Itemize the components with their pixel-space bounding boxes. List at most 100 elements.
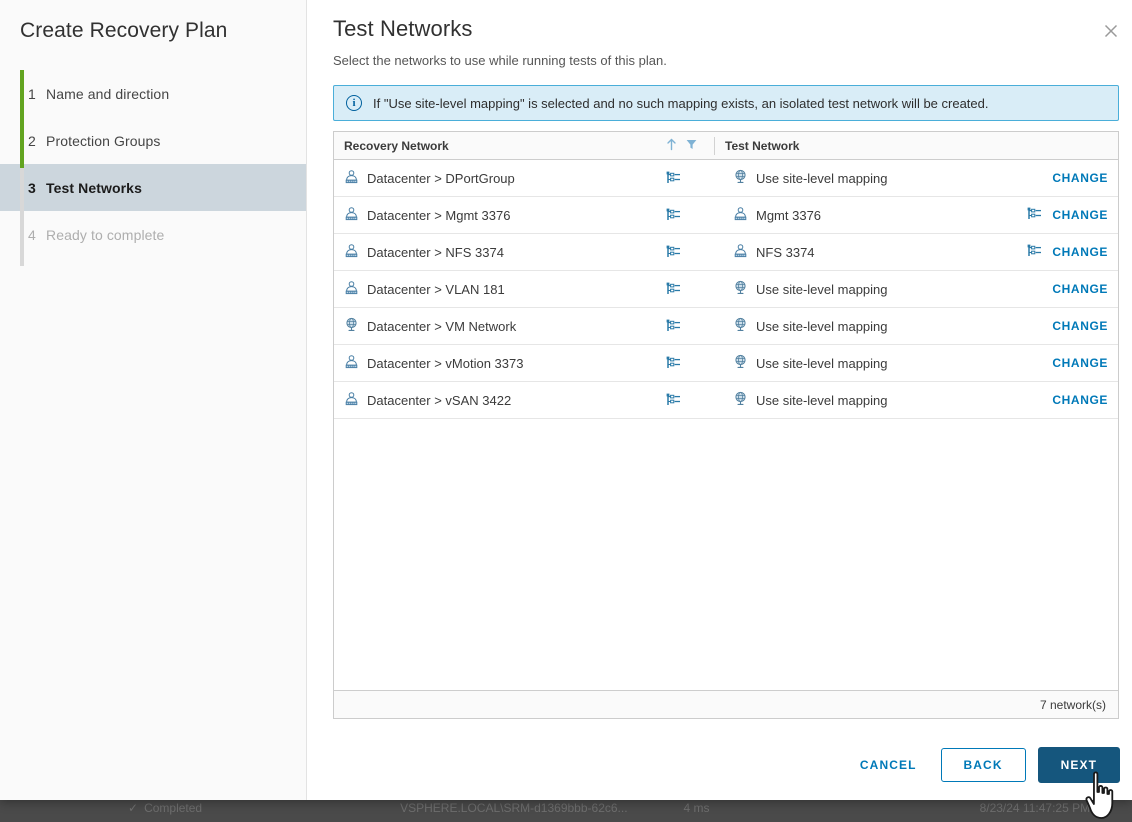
table-row[interactable]: Datacenter > VLAN 181 Use site-level mapp… (334, 271, 1118, 308)
cancel-button[interactable]: CANCEL (848, 750, 929, 780)
distributed-portgroup-icon (344, 206, 359, 224)
site-mapping-globe-icon (733, 169, 748, 187)
table-row[interactable]: Datacenter > vSAN 3422 Use site-level map… (334, 382, 1118, 419)
distributed-portgroup-icon (344, 169, 359, 187)
cell-change: CHANGE (1052, 282, 1118, 296)
table-row[interactable]: Datacenter > NFS 3374 NFS 3374 CHANGE (334, 234, 1118, 271)
change-button[interactable]: CHANGE (1052, 245, 1108, 259)
table-footer: 7 network(s) (334, 690, 1118, 718)
site-mapping-globe-icon (733, 391, 748, 409)
wizard-step-list: 1 Name and direction 2 Protection Groups… (0, 70, 306, 258)
cell-change: CHANGE (1027, 207, 1118, 224)
network-count: 7 network(s) (1040, 698, 1106, 712)
recovery-network-label: Datacenter > Mgmt 3376 (367, 208, 510, 223)
distributed-portgroup-icon (733, 206, 748, 224)
cell-recovery-network: Datacenter > VM Network (334, 317, 666, 335)
page-subtitle: Select the networks to use while running… (333, 53, 1120, 68)
cell-recovery-network: Datacenter > NFS 3374 (334, 243, 666, 261)
network-tree-icon[interactable] (666, 171, 712, 185)
wizard-sidebar: Create Recovery Plan 1 Name and directio… (0, 0, 307, 800)
cell-test-network: Use site-level mapping (733, 169, 1052, 187)
network-tree-icon[interactable] (666, 356, 712, 370)
cell-test-network: NFS 3374 (733, 243, 1027, 261)
sidebar-step-name-and-direction[interactable]: 1 Name and direction (0, 70, 306, 117)
test-network-label: NFS 3374 (756, 245, 815, 260)
table-row[interactable]: Datacenter > vMotion 3373 Use site-level … (334, 345, 1118, 382)
task-duration: 4 ms (684, 801, 710, 815)
site-mapping-globe-icon (344, 317, 359, 335)
network-tree-icon[interactable] (666, 208, 712, 222)
table-row[interactable]: Datacenter > Mgmt 3376 Mgmt 3376 CHANGE (334, 197, 1118, 234)
cell-recovery-network: Datacenter > vSAN 3422 (334, 391, 666, 409)
recovery-network-label: Datacenter > VM Network (367, 319, 516, 334)
next-button[interactable]: NEXT (1038, 747, 1120, 783)
table-row[interactable]: Datacenter > DPortGroup Use site-level ma… (334, 160, 1118, 197)
step-label: Ready to complete (46, 227, 164, 243)
create-recovery-plan-dialog: Create Recovery Plan 1 Name and directio… (0, 0, 1132, 800)
distributed-portgroup-icon (344, 280, 359, 298)
recovery-network-label: Datacenter > DPortGroup (367, 171, 515, 186)
cell-recovery-network: Datacenter > DPortGroup (334, 169, 666, 187)
cell-test-network: Mgmt 3376 (733, 206, 1027, 224)
close-icon[interactable] (1098, 18, 1124, 44)
step-number: 4 (28, 227, 46, 243)
cell-change: CHANGE (1052, 171, 1118, 185)
change-button[interactable]: CHANGE (1052, 356, 1108, 370)
sort-ascending-icon[interactable] (666, 138, 677, 154)
change-button[interactable]: CHANGE (1052, 208, 1108, 222)
network-tree-icon[interactable] (666, 282, 712, 296)
info-circle-icon: i (346, 95, 362, 111)
distributed-portgroup-icon (733, 243, 748, 261)
network-tree-icon[interactable] (666, 245, 712, 259)
step-label: Protection Groups (46, 133, 161, 149)
network-tree-icon[interactable] (1027, 244, 1042, 261)
network-tree-icon[interactable] (666, 319, 712, 333)
cell-change: CHANGE (1027, 244, 1118, 261)
network-tree-icon[interactable] (1027, 207, 1042, 224)
test-network-label: Use site-level mapping (756, 319, 888, 334)
change-button[interactable]: CHANGE (1052, 282, 1108, 296)
table-body: Datacenter > DPortGroup Use site-level ma… (334, 160, 1118, 690)
cell-change: CHANGE (1052, 356, 1118, 370)
distributed-portgroup-icon (344, 354, 359, 372)
column-header-test-network[interactable]: Test Network (725, 139, 1118, 153)
recovery-network-label: Datacenter > VLAN 181 (367, 282, 505, 297)
test-network-label: Mgmt 3376 (756, 208, 821, 223)
filter-icon[interactable] (686, 139, 697, 153)
cell-recovery-network: Datacenter > Mgmt 3376 (334, 206, 666, 224)
networks-table: Recovery Network Test Network (333, 131, 1119, 719)
distributed-portgroup-icon (344, 391, 359, 409)
step-label: Name and direction (46, 86, 169, 102)
cell-recovery-network: Datacenter > VLAN 181 (334, 280, 666, 298)
cell-change: CHANGE (1052, 319, 1118, 333)
cell-test-network: Use site-level mapping (733, 317, 1052, 335)
step-rail-progress (20, 70, 24, 168)
change-button[interactable]: CHANGE (1052, 171, 1108, 185)
step-number: 3 (28, 180, 46, 196)
test-network-label: Use site-level mapping (756, 171, 888, 186)
table-header-row: Recovery Network Test Network (334, 132, 1118, 160)
back-button[interactable]: BACK (941, 748, 1026, 782)
network-tree-icon[interactable] (666, 393, 712, 407)
column-header-recovery-network[interactable]: Recovery Network (334, 139, 666, 153)
task-completed-check-icon: ✓ (128, 801, 138, 815)
cell-test-network: Use site-level mapping (733, 391, 1052, 409)
sidebar-step-test-networks[interactable]: 3 Test Networks (0, 164, 306, 211)
dialog-actions: CANCEL BACK NEXT (848, 747, 1120, 783)
wizard-title: Create Recovery Plan (0, 0, 306, 43)
sidebar-step-ready-to-complete[interactable]: 4 Ready to complete (0, 211, 306, 258)
site-mapping-globe-icon (733, 354, 748, 372)
recovery-network-label: Datacenter > vMotion 3373 (367, 356, 523, 371)
change-button[interactable]: CHANGE (1052, 319, 1108, 333)
test-network-label: Use site-level mapping (756, 393, 888, 408)
sidebar-step-protection-groups[interactable]: 2 Protection Groups (0, 117, 306, 164)
cell-test-network: Use site-level mapping (733, 280, 1052, 298)
header-tools (666, 138, 712, 154)
change-button[interactable]: CHANGE (1052, 393, 1108, 407)
task-initiator: VSPHERE.LOCAL\SRM-d1369bbb-62c6... (400, 801, 627, 815)
task-start-time: 8/23/24 11:47:25 PM (980, 801, 1091, 815)
recovery-network-label: Datacenter > vSAN 3422 (367, 393, 511, 408)
cell-test-network: Use site-level mapping (733, 354, 1052, 372)
task-status: Completed (144, 801, 202, 815)
table-row[interactable]: Datacenter > VM Network Use site-level ma… (334, 308, 1118, 345)
